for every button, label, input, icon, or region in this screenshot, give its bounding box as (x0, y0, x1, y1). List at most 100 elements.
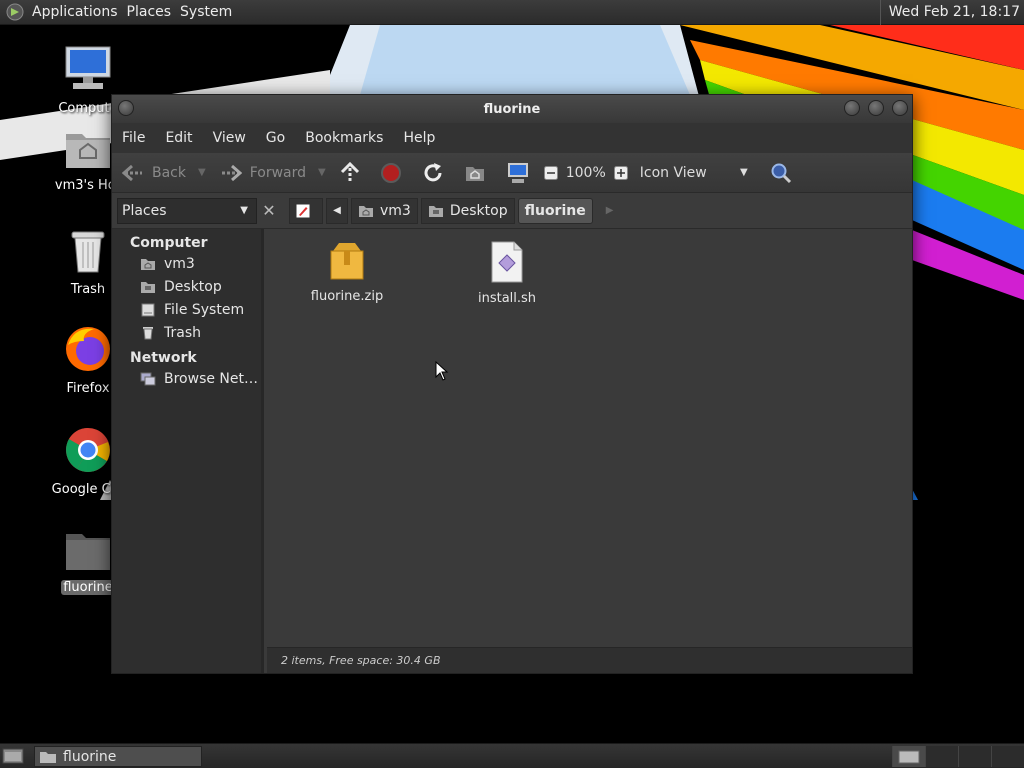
applications-menu-label: Applications (32, 4, 118, 20)
breadcrumb-vm3[interactable]: vm3 (351, 197, 418, 224)
back-arrow-icon (122, 164, 142, 181)
breadcrumb-label: vm3 (380, 202, 411, 219)
places-menu[interactable]: Places (127, 4, 181, 20)
menu-help[interactable]: Help (403, 130, 435, 146)
toolbar: Back ▼ Forward ▼ 100% Icon View ▼ (112, 153, 912, 193)
breadcrumb-fluorine[interactable]: fluorine (517, 197, 593, 224)
computer-icon (65, 46, 111, 89)
search-icon[interactable] (770, 162, 792, 184)
trash-icon (143, 326, 153, 339)
sidebar-item-vm3[interactable]: vm3 (112, 252, 261, 275)
workspace-3[interactable] (958, 746, 991, 767)
sidebar-header-computer: Computer (130, 235, 208, 251)
back-history-dropdown[interactable]: ▼ (198, 167, 206, 178)
show-desktop-icon[interactable] (2, 747, 24, 765)
reload-icon[interactable] (422, 162, 444, 184)
maximize-button[interactable] (868, 100, 884, 116)
home-folder-icon (66, 134, 110, 168)
sidebar-item-label: File System (164, 301, 245, 318)
sidebar-header-network: Network (130, 350, 197, 366)
file-manager-window: fluorine File Edit View Go Bookmarks Hel… (111, 94, 913, 674)
trash-icon (71, 231, 105, 273)
zoom-level: 100% (565, 164, 606, 181)
applications-menu[interactable]: Applications (0, 3, 127, 21)
sidebar-item-trash[interactable]: Trash (112, 321, 261, 344)
view-mode-label: Icon View (639, 164, 707, 181)
taskbar-item-fluorine[interactable]: fluorine (34, 746, 202, 767)
sidebar-item-label: Browse Net… (164, 370, 259, 387)
breadcrumb: ◀ vm3 Desktop fluorine ▶ (289, 197, 614, 224)
workspace-1[interactable] (892, 746, 925, 767)
home-icon[interactable] (464, 163, 486, 183)
bottom-panel: fluorine (0, 743, 1024, 768)
menu-view[interactable]: View (213, 130, 246, 146)
drive-icon (141, 303, 155, 316)
menu-edit[interactable]: Edit (165, 130, 192, 146)
menubar: File Edit View Go Bookmarks Help (112, 123, 912, 153)
file-view[interactable]: fluorine.zip install.sh (267, 229, 912, 647)
top-panel: Applications Places System Wed Feb 21, 1… (0, 0, 1024, 25)
forward-arrow-icon (221, 164, 242, 181)
zoom-out-icon[interactable] (543, 165, 558, 180)
window-title: fluorine (483, 101, 541, 117)
view-mode-select[interactable]: Icon View ▼ (640, 165, 748, 181)
stop-icon[interactable] (380, 162, 402, 184)
desktop-folder-icon (141, 281, 155, 293)
home-folder-icon (141, 258, 155, 270)
sidebar-item-desktop[interactable]: Desktop (112, 275, 261, 298)
back-label: Back (152, 164, 186, 181)
mouse-cursor-icon (435, 361, 449, 381)
file-item-install-sh[interactable]: install.sh (452, 241, 562, 306)
desktop-folder-icon (428, 205, 443, 217)
file-item-fluorine-zip[interactable]: fluorine.zip (292, 241, 402, 304)
menu-file[interactable]: File (122, 130, 145, 146)
desktop-icon-label: fluorine (61, 580, 115, 595)
workspace-4[interactable] (991, 746, 1024, 767)
close-sidebar-icon[interactable]: ✕ (259, 201, 279, 220)
breadcrumb-label: fluorine (524, 202, 586, 219)
breadcrumb-scroll-left[interactable]: ◀ (326, 197, 348, 224)
places-combo-label: Places (122, 202, 167, 219)
workspace-2[interactable] (925, 746, 958, 767)
sidebar-item-label: Trash (164, 324, 201, 341)
edit-location-icon (296, 204, 310, 217)
archive-icon (330, 243, 364, 280)
toggle-location-entry-button[interactable] (289, 197, 323, 224)
menu-bookmarks[interactable]: Bookmarks (305, 130, 383, 146)
sidebar-item-file-system[interactable]: File System (112, 298, 261, 321)
chevron-down-icon: ▼ (740, 167, 748, 178)
minimize-button[interactable] (844, 100, 860, 116)
window-titlebar[interactable]: fluorine (112, 95, 912, 123)
clock[interactable]: Wed Feb 21, 18:17 (879, 0, 1020, 25)
sidebar-item-browse-network[interactable]: Browse Net… (112, 367, 261, 390)
firefox-icon (66, 327, 110, 371)
breadcrumb-label: Desktop (449, 202, 508, 219)
zoom-in-icon[interactable] (613, 165, 628, 180)
taskbar-item-label: fluorine (63, 748, 117, 765)
close-button[interactable] (892, 100, 908, 116)
location-bar: Places ▼ ✕ ◀ vm3 Desktop fluorine ▶ (112, 193, 912, 229)
chevron-down-icon: ▼ (240, 205, 248, 216)
window-thumbnail-icon (898, 750, 920, 763)
breadcrumb-scroll-right[interactable]: ▶ (606, 205, 614, 216)
up-arrow-icon[interactable] (340, 161, 360, 184)
forward-button[interactable]: Forward (220, 164, 306, 182)
forward-history-dropdown[interactable]: ▼ (318, 167, 326, 178)
file-name: fluorine.zip (310, 289, 384, 304)
desktop-icon-label: Compute (58, 101, 118, 116)
computer-icon[interactable] (506, 162, 530, 184)
forward-label: Forward (249, 164, 307, 181)
window-menu-button[interactable] (118, 100, 134, 116)
system-menu[interactable]: System (180, 4, 241, 20)
workspace-switcher[interactable] (892, 746, 1024, 767)
back-button[interactable]: Back (122, 164, 186, 182)
sidebar-places-select[interactable]: Places ▼ (117, 197, 257, 224)
network-icon (140, 372, 156, 385)
file-name: install.sh (477, 291, 537, 306)
sidebar-item-label: vm3 (164, 255, 195, 272)
breadcrumb-desktop[interactable]: Desktop (420, 197, 515, 224)
desktop-icon-label: Firefox (66, 381, 110, 396)
menu-go[interactable]: Go (266, 130, 285, 146)
places-sidebar: Computer vm3 Desktop File System Trash N… (112, 229, 264, 673)
home-folder-icon (359, 205, 373, 217)
